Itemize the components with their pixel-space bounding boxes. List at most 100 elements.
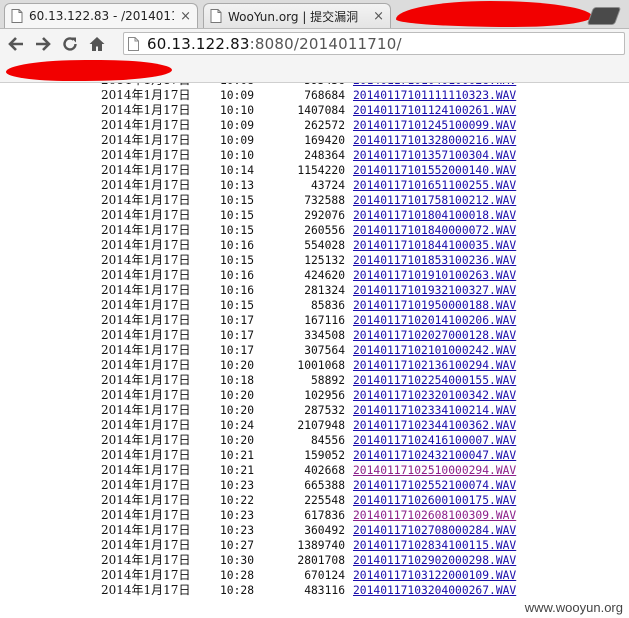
file-date: 2014年1月17日 [101,148,191,162]
file-link[interactable]: 20140117102902000298.WAV [353,553,516,568]
file-time: 10:20 [220,359,255,372]
file-date: 2014年1月17日 [101,568,191,582]
file-time: 10:23 [220,524,255,537]
close-icon[interactable]: × [373,9,384,24]
listing-row: 2014年1月17日 10:24 2107948 201401171023441003… [0,418,629,433]
file-link[interactable]: 20140117102014100206.WAV [353,313,516,328]
back-arrow-icon [8,36,23,51]
listing-row: 2014年1月17日 10:15 292076 2014011710180410001… [0,208,629,223]
file-date: 2014年1月17日 [101,538,191,552]
file-date: 2014年1月17日 [101,448,191,462]
file-time: 10:15 [220,194,255,207]
file-time: 10:24 [220,419,255,432]
file-link[interactable]: 20140117102136100294.WAV [353,358,516,373]
url-text: 60.13.122.83:8080/2014011710/ [147,35,402,53]
file-time: 10:28 [220,569,255,582]
file-link[interactable]: 20140117102608100309.WAV [353,508,516,523]
file-size: 58892 [310,374,345,387]
listing-row: 2014年1月17日 10:15 260556 2014011710184000007… [0,223,629,238]
tab-directory-listing[interactable]: 60.13.122.83 - /2014011 × [4,3,198,28]
url-port: :8080 [249,34,294,53]
file-link[interactable]: 20140117101840000072.WAV [353,223,516,238]
listing-row: 2014年1月17日 10:16 424620 2014011710191010026… [0,268,629,283]
file-link[interactable]: 20140117102027000128.WAV [353,328,516,343]
file-date: 2014年1月17日 [101,508,191,522]
file-link[interactable]: 20140117102320100342.WAV [353,388,516,403]
file-date: 2014年1月17日 [101,208,191,222]
file-size: 665388 [304,479,345,492]
listing-row: 2014年1月17日 10:15 85836 20140117101950000188… [0,298,629,313]
file-time: 10:15 [220,254,255,267]
listing-row: 2014年1月17日 10:15 732588 2014011710175810021… [0,193,629,208]
file-link[interactable]: 20140117102600100175.WAV [353,493,516,508]
new-tab-button[interactable] [586,7,622,25]
file-link[interactable]: 20140117102254000155.WAV [353,373,516,388]
file-link[interactable]: 20140117101910100263.WAV [353,268,516,283]
file-date: 2014年1月17日 [101,238,191,252]
forward-button[interactable] [32,33,54,55]
file-link[interactable]: 20140117102101000242.WAV [353,343,516,358]
file-size: 1154220 [297,164,345,177]
file-size: 483116 [304,584,345,597]
listing-rows: 2014年1月17日10:085954362014011710104010002… [0,83,629,598]
home-icon [89,36,105,51]
url-host: 60.13.122.83 [147,34,250,53]
file-date: 2014年1月17日 [101,478,191,492]
file-link[interactable]: 20140117101932100327.WAV [353,283,516,298]
address-bar[interactable]: 60.13.122.83:8080/2014011710/ [123,32,625,55]
listing-row: 2014年1月17日 10:09 262572 2014011710124510009… [0,118,629,133]
file-date: 2014年1月17日 [101,88,191,102]
file-link[interactable]: 20140117101357100304.WAV [353,148,516,163]
file-link[interactable]: 20140117102834100115.WAV [353,538,516,553]
file-link[interactable]: 20140117101853100236.WAV [353,253,516,268]
redaction-mark [6,60,172,81]
file-time: 10:16 [220,284,255,297]
file-link[interactable]: 20140117101844100035.WAV [353,238,516,253]
listing-row: 2014年1月17日 10:27 1389740 201401171028341001… [0,538,629,553]
file-link[interactable]: 20140117101804100018.WAV [353,208,516,223]
tab-wooyun[interactable]: WooYun.org | 提交漏洞 × [203,3,391,28]
file-link[interactable]: 20140117102344100362.WAV [353,418,516,433]
file-time: 10:16 [220,269,255,282]
file-time: 10:15 [220,299,255,312]
file-link[interactable]: 20140117101950000188.WAV [353,298,516,313]
page-icon [11,9,23,23]
file-time: 10:27 [220,539,255,552]
listing-row: 2014年1月17日 10:20 102956 2014011710232010034… [0,388,629,403]
file-link[interactable]: 20140117102510000294.WAV [353,463,516,478]
file-link[interactable]: 20140117101111110323.WAV [353,88,516,103]
listing-row: 2014年1月17日 10:23 665388 2014011710255210007… [0,478,629,493]
file-size: 2107948 [297,419,345,432]
file-link[interactable]: 20140117101124100261.WAV [353,103,516,118]
listing-row: 2014年1月17日 10:17 307564 2014011710210100024… [0,343,629,358]
listing-row: 2014年1月17日 10:30 2801708 201401171029020002… [0,553,629,568]
file-link[interactable]: 20140117102416100007.WAV [353,433,516,448]
file-date: 2014年1月17日 [101,403,191,417]
file-link[interactable]: 20140117102708000284.WAV [353,523,516,538]
file-size: 554028 [304,239,345,252]
file-link[interactable]: 20140117101651100255.WAV [353,178,516,193]
file-link[interactable]: 20140117102432100047.WAV [353,448,516,463]
file-link[interactable]: 20140117101245100099.WAV [353,118,516,133]
listing-row: 2014年1月17日 10:20 84556 20140117102416100007… [0,433,629,448]
file-date: 2014年1月17日 [101,373,191,387]
file-link[interactable]: 20140117101758100212.WAV [353,193,516,208]
file-link[interactable]: 20140117101328000216.WAV [353,133,516,148]
file-link[interactable]: 20140117102334100214.WAV [353,403,516,418]
file-date: 2014年1月17日 [101,418,191,432]
file-link[interactable]: 20140117103204000267.WAV [353,583,516,598]
close-icon[interactable]: × [180,9,191,24]
file-size: 768684 [304,89,345,102]
file-link[interactable]: 20140117102552100074.WAV [353,478,516,493]
back-button[interactable] [5,33,27,55]
file-date: 2014年1月17日 [101,388,191,402]
file-time: 10:22 [220,494,255,507]
file-date: 2014年1月17日 [101,193,191,207]
file-link[interactable]: 20140117101552000140.WAV [353,163,516,178]
file-link[interactable]: 20140117103122000109.WAV [353,568,516,583]
reload-button[interactable] [59,33,81,55]
home-button[interactable] [86,33,108,55]
listing-row: 2014年1月17日 10:21 402668 2014011710251000029… [0,463,629,478]
file-date: 2014年1月17日 [101,523,191,537]
file-size: 225548 [304,494,345,507]
